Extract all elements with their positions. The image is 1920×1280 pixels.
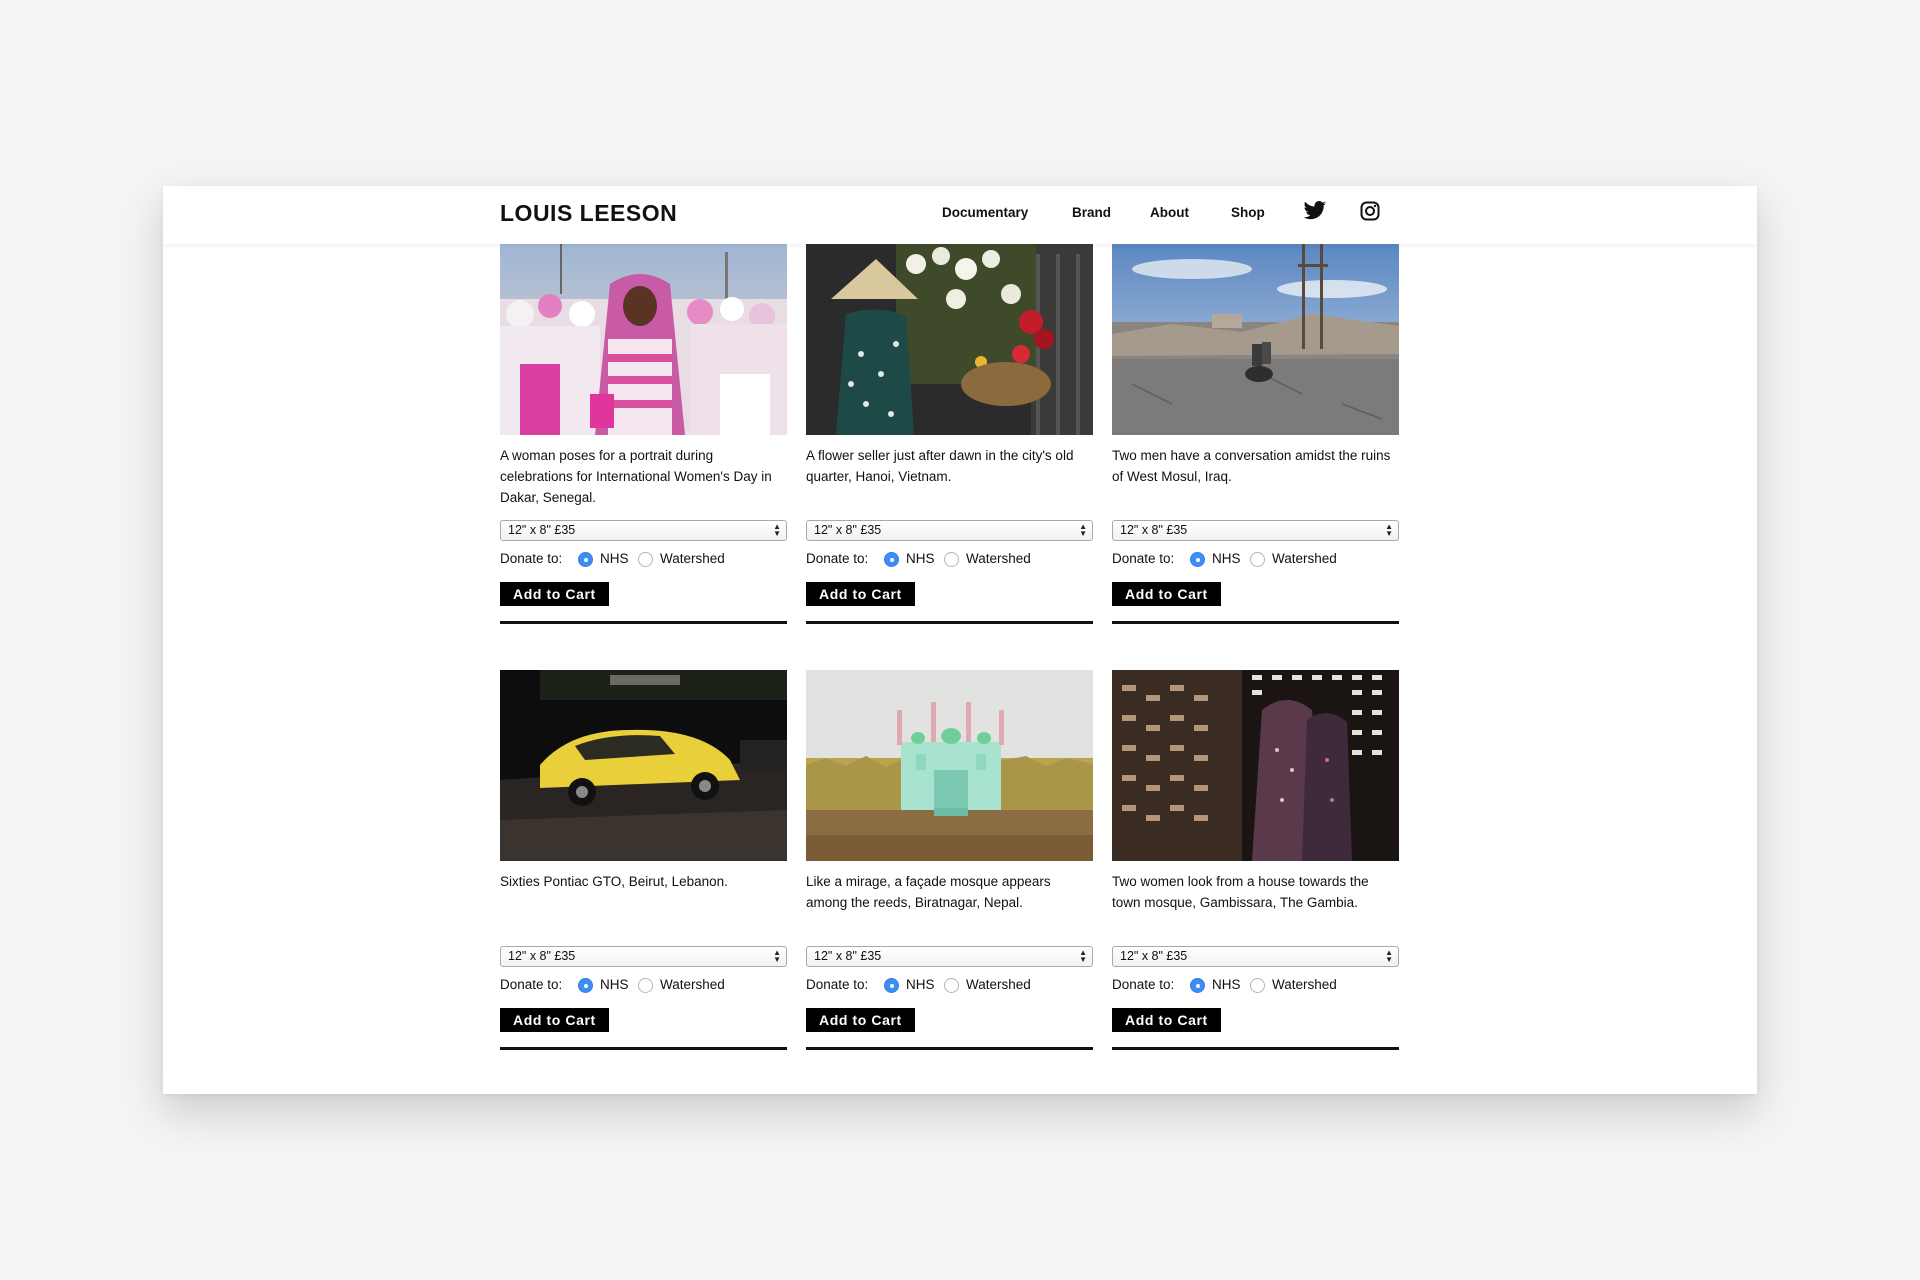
size-select-value: 12" x 8" £35: [508, 523, 576, 537]
product-photo[interactable]: [806, 244, 1093, 435]
product-photo[interactable]: [1112, 244, 1399, 435]
donate-label: Donate to:: [1112, 977, 1175, 992]
card-divider: [806, 621, 1093, 624]
nav-shop[interactable]: Shop: [1231, 205, 1265, 220]
add-to-cart-button[interactable]: Add to Cart: [1112, 1008, 1221, 1032]
nav-about[interactable]: About: [1150, 205, 1189, 220]
nav-brand[interactable]: Brand: [1072, 205, 1111, 220]
nav-documentary[interactable]: Documentary: [942, 205, 1028, 220]
donate-label: Donate to:: [806, 551, 869, 566]
select-arrows-icon: ▲ ▼: [773, 522, 781, 538]
size-select-value: 12" x 8" £35: [1120, 523, 1188, 537]
radio-nhs-label[interactable]: NHS: [600, 551, 629, 566]
radio-nhs-label[interactable]: NHS: [1212, 551, 1241, 566]
product-caption: Two men have a conversation amidst the r…: [1112, 448, 1391, 484]
size-select[interactable]: 12" x 8" £35 ▲ ▼: [1112, 520, 1399, 541]
product-photo[interactable]: [806, 670, 1093, 861]
product-photo[interactable]: [500, 244, 787, 435]
card-divider: [500, 1047, 787, 1050]
radio-watershed[interactable]: [638, 552, 653, 567]
size-select-value: 12" x 8" £35: [1120, 949, 1188, 963]
radio-watershed-label[interactable]: Watershed: [660, 551, 725, 566]
radio-nhs-label[interactable]: NHS: [600, 977, 629, 992]
radio-watershed[interactable]: [1250, 978, 1265, 993]
radio-watershed-label[interactable]: Watershed: [1272, 551, 1337, 566]
select-arrows-icon: ▲ ▼: [1079, 948, 1087, 964]
product-caption: Like a mirage, a façade mosque appears a…: [806, 874, 1051, 910]
card-divider: [1112, 1047, 1399, 1050]
radio-watershed-label[interactable]: Watershed: [966, 551, 1031, 566]
radio-watershed[interactable]: [638, 978, 653, 993]
donate-row: Donate to: NHS Watershed: [500, 549, 787, 569]
card-divider: [500, 621, 787, 624]
select-arrows-icon: ▲ ▼: [773, 948, 781, 964]
radio-watershed-label[interactable]: Watershed: [660, 977, 725, 992]
add-to-cart-button[interactable]: Add to Cart: [806, 582, 915, 606]
donate-row: Donate to: NHS Watershed: [806, 549, 1093, 569]
radio-watershed-label[interactable]: Watershed: [1272, 977, 1337, 992]
donate-row: Donate to: NHS Watershed: [806, 975, 1093, 995]
product-caption: A woman poses for a portrait during cele…: [500, 448, 772, 505]
size-select[interactable]: 12" x 8" £35 ▲ ▼: [500, 946, 787, 967]
radio-nhs-label[interactable]: NHS: [1212, 977, 1241, 992]
product-photo[interactable]: [1112, 670, 1399, 861]
donate-row: Donate to: NHS Watershed: [1112, 975, 1399, 995]
add-to-cart-button[interactable]: Add to Cart: [500, 1008, 609, 1032]
add-to-cart-button[interactable]: Add to Cart: [1112, 582, 1221, 606]
radio-watershed[interactable]: [944, 552, 959, 567]
size-select-value: 12" x 8" £35: [814, 949, 882, 963]
product-caption: A flower seller just after dawn in the c…: [806, 448, 1074, 484]
select-arrows-icon: ▲ ▼: [1385, 522, 1393, 538]
size-select[interactable]: 12" x 8" £35 ▲ ▼: [806, 520, 1093, 541]
radio-nhs[interactable]: [578, 552, 593, 567]
size-select[interactable]: 12" x 8" £35 ▲ ▼: [1112, 946, 1399, 967]
add-to-cart-button[interactable]: Add to Cart: [806, 1008, 915, 1032]
card-divider: [1112, 621, 1399, 624]
radio-nhs-label[interactable]: NHS: [906, 977, 935, 992]
radio-watershed-label[interactable]: Watershed: [966, 977, 1031, 992]
twitter-icon[interactable]: [1303, 201, 1327, 221]
product-caption: Sixties Pontiac GTO, Beirut, Lebanon.: [500, 874, 728, 889]
donate-label: Donate to:: [806, 977, 869, 992]
product-photo[interactable]: [500, 670, 787, 861]
size-select[interactable]: 12" x 8" £35 ▲ ▼: [806, 946, 1093, 967]
radio-nhs-label[interactable]: NHS: [906, 551, 935, 566]
radio-nhs[interactable]: [884, 978, 899, 993]
size-select[interactable]: 12" x 8" £35 ▲ ▼: [500, 520, 787, 541]
donate-label: Donate to:: [1112, 551, 1175, 566]
donate-row: Donate to: NHS Watershed: [1112, 549, 1399, 569]
donate-label: Donate to:: [500, 551, 563, 566]
site-header: LOUIS LEESON Documentary Brand About Sho…: [163, 186, 1757, 244]
main-nav: Documentary Brand About Shop: [163, 201, 1757, 229]
radio-watershed[interactable]: [1250, 552, 1265, 567]
radio-nhs[interactable]: [884, 552, 899, 567]
select-arrows-icon: ▲ ▼: [1385, 948, 1393, 964]
add-to-cart-button[interactable]: Add to Cart: [500, 582, 609, 606]
size-select-value: 12" x 8" £35: [814, 523, 882, 537]
select-arrows-icon: ▲ ▼: [1079, 522, 1087, 538]
size-select-value: 12" x 8" £35: [508, 949, 576, 963]
card-divider: [806, 1047, 1093, 1050]
donate-label: Donate to:: [500, 977, 563, 992]
instagram-icon[interactable]: [1360, 201, 1380, 221]
radio-nhs[interactable]: [1190, 978, 1205, 993]
product-caption: Two women look from a house towards the …: [1112, 874, 1369, 910]
browser-page: LOUIS LEESON Documentary Brand About Sho…: [163, 186, 1757, 1094]
donate-row: Donate to: NHS Watershed: [500, 975, 787, 995]
radio-nhs[interactable]: [578, 978, 593, 993]
radio-nhs[interactable]: [1190, 552, 1205, 567]
radio-watershed[interactable]: [944, 978, 959, 993]
